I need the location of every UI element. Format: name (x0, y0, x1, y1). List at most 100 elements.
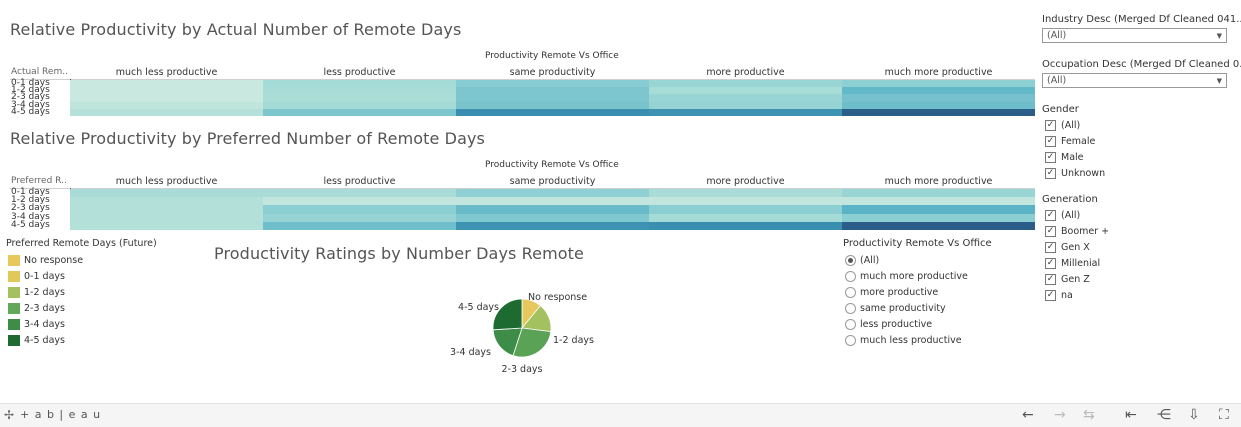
pie-chart[interactable]: No response 1-2 days 2-3 days 3-4 days 4-5 d… (440, 280, 620, 380)
download-icon[interactable]: ⇩ (1188, 407, 1200, 423)
gender-option[interactable]: ✓ Male (1045, 152, 1084, 163)
heat-cell[interactable] (649, 189, 842, 198)
heatmap1-row[interactable] (70, 94, 1035, 102)
heatmap1-row[interactable] (70, 87, 1035, 95)
heat-cell[interactable] (70, 221, 263, 230)
heat-cell[interactable] (649, 108, 842, 116)
heat-cell[interactable] (70, 87, 263, 95)
heat-cell[interactable] (649, 94, 842, 102)
heatmap1-row-header[interactable]: Actual Rem.. (11, 67, 68, 77)
radio-option[interactable]: (All) (845, 255, 879, 266)
heat-cell[interactable] (649, 80, 842, 88)
checkbox[interactable]: ✓ (1045, 152, 1056, 163)
generation-option[interactable]: ✓ Gen X (1045, 242, 1090, 253)
heat-cell[interactable] (263, 108, 456, 116)
checkbox[interactable]: ✓ (1045, 136, 1056, 147)
checkbox[interactable]: ✓ (1045, 290, 1056, 301)
heat-cell[interactable] (70, 94, 263, 102)
radio-button[interactable] (845, 319, 856, 330)
radio-option[interactable]: much less productive (845, 335, 962, 346)
heat-cell[interactable] (70, 80, 263, 88)
heatmap2-row[interactable] (70, 189, 1035, 198)
heat-cell[interactable] (456, 197, 649, 206)
legend-item[interactable]: 1-2 days (8, 287, 65, 298)
generation-option[interactable]: ✓ na (1045, 290, 1073, 301)
legend-item[interactable]: No response (8, 255, 83, 266)
radio-button[interactable] (845, 255, 856, 266)
gender-option[interactable]: ✓ Unknown (1045, 168, 1105, 179)
industry-dropdown[interactable]: (All) ▼ (1042, 28, 1227, 43)
radio-option[interactable]: same productivity (845, 303, 946, 314)
checkbox[interactable]: ✓ (1045, 226, 1056, 237)
heatmap2-row[interactable] (70, 197, 1035, 206)
gender-option[interactable]: ✓ (All) (1045, 120, 1080, 131)
generation-option[interactable]: ✓ Gen Z (1045, 274, 1090, 285)
checkbox[interactable]: ✓ (1045, 258, 1056, 269)
first-icon[interactable]: ⇤ (1125, 407, 1137, 423)
heat-cell[interactable] (456, 221, 649, 230)
heat-cell[interactable] (456, 189, 649, 198)
heatmap2-row-header[interactable]: Preferred R.. (11, 176, 67, 186)
heat-cell[interactable] (263, 213, 456, 222)
radio-option[interactable]: less productive (845, 319, 932, 330)
heatmap1-row[interactable] (70, 108, 1035, 116)
heat-cell[interactable] (649, 101, 842, 109)
legend-item[interactable]: 3-4 days (8, 319, 65, 330)
heatmap2-row[interactable] (70, 205, 1035, 214)
generation-option[interactable]: ✓ (All) (1045, 210, 1080, 221)
checkbox[interactable]: ✓ (1045, 210, 1056, 221)
undo-icon[interactable]: ← (1022, 407, 1034, 423)
tableau-logo-icon[interactable]: ✢ (4, 408, 14, 422)
heat-cell[interactable] (842, 189, 1035, 198)
gender-option[interactable]: ✓ Female (1045, 136, 1095, 147)
heat-cell[interactable] (842, 213, 1035, 222)
heat-cell[interactable] (456, 80, 649, 88)
radio-option[interactable]: more productive (845, 287, 938, 298)
share-icon[interactable]: ⋲ (1157, 407, 1171, 423)
radio-button[interactable] (845, 335, 856, 346)
heat-cell[interactable] (649, 87, 842, 95)
heat-cell[interactable] (263, 80, 456, 88)
radio-button[interactable] (845, 271, 856, 282)
heat-cell[interactable] (842, 94, 1035, 102)
heat-cell[interactable] (263, 221, 456, 230)
heat-cell[interactable] (263, 94, 456, 102)
checkbox[interactable]: ✓ (1045, 120, 1056, 131)
heat-cell[interactable] (263, 101, 456, 109)
heat-cell[interactable] (649, 197, 842, 206)
heatmap1-row[interactable] (70, 80, 1035, 88)
heat-cell[interactable] (70, 108, 263, 116)
heat-cell[interactable] (842, 101, 1035, 109)
radio-button[interactable] (845, 303, 856, 314)
checkbox[interactable]: ✓ (1045, 242, 1056, 253)
heat-cell[interactable] (456, 213, 649, 222)
heat-cell[interactable] (842, 108, 1035, 116)
generation-option[interactable]: ✓ Boomer + (1045, 226, 1109, 237)
heat-cell[interactable] (842, 221, 1035, 230)
legend-item[interactable]: 0-1 days (8, 271, 65, 282)
heat-cell[interactable] (649, 205, 842, 214)
heatmap1-row[interactable] (70, 101, 1035, 109)
legend-item[interactable]: 2-3 days (8, 303, 65, 314)
legend-item[interactable]: 4-5 days (8, 335, 65, 346)
heat-cell[interactable] (263, 87, 456, 95)
heat-cell[interactable] (263, 205, 456, 214)
heat-cell[interactable] (456, 205, 649, 214)
heat-cell[interactable] (456, 101, 649, 109)
heat-cell[interactable] (456, 87, 649, 95)
radio-button[interactable] (845, 287, 856, 298)
radio-option[interactable]: much more productive (845, 271, 968, 282)
occupation-dropdown[interactable]: (All) ▼ (1042, 73, 1227, 88)
heat-cell[interactable] (456, 108, 649, 116)
tableau-brand[interactable]: + a b | e a u (20, 408, 101, 421)
heat-cell[interactable] (70, 213, 263, 222)
heat-cell[interactable] (842, 205, 1035, 214)
heat-cell[interactable] (649, 213, 842, 222)
heat-cell[interactable] (70, 189, 263, 198)
heatmap2-row[interactable] (70, 213, 1035, 222)
heat-cell[interactable] (649, 221, 842, 230)
fullscreen-icon[interactable]: ⛶ (1219, 407, 1229, 423)
heat-cell[interactable] (456, 94, 649, 102)
checkbox[interactable]: ✓ (1045, 168, 1056, 179)
heatmap2-row[interactable] (70, 221, 1035, 230)
